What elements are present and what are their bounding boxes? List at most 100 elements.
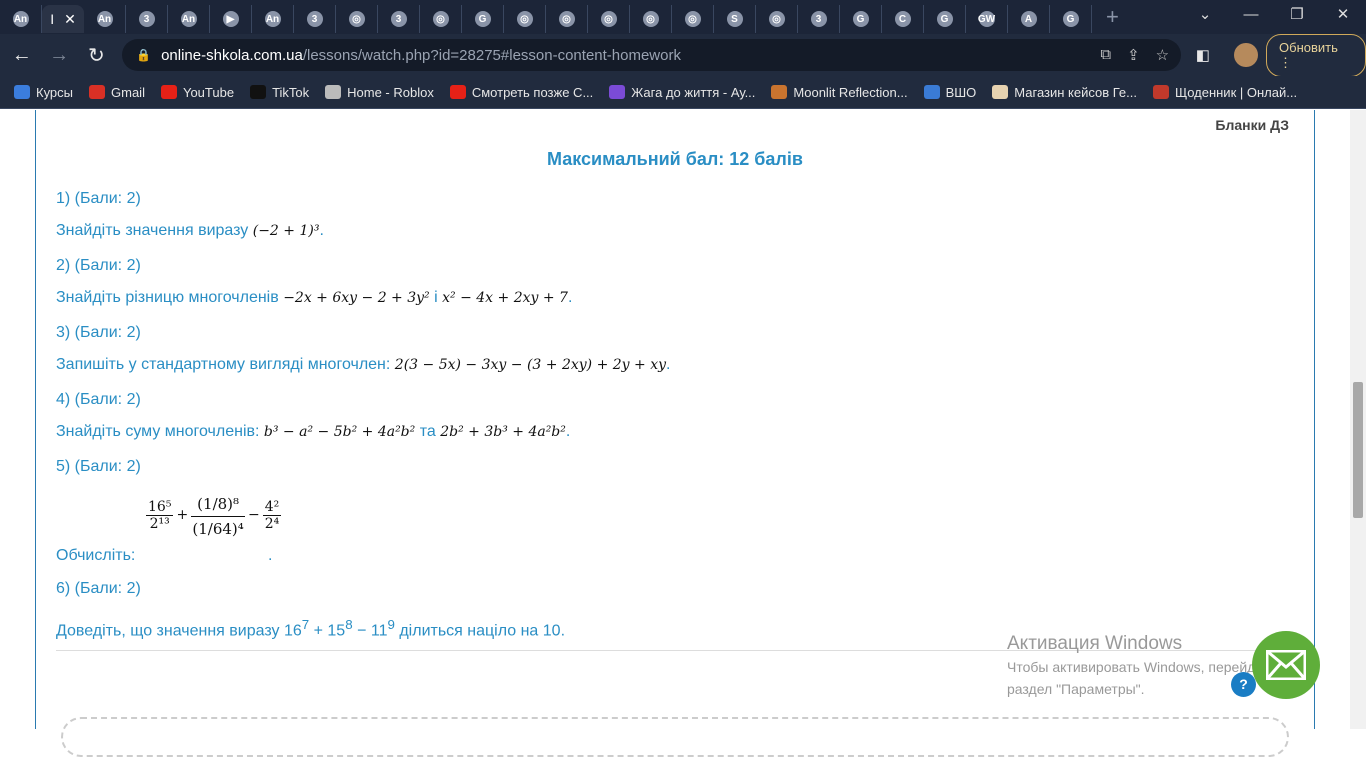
task-text: Запишіть у стандартному вигляді многочле… <box>56 356 391 373</box>
tab[interactable]: 3 <box>378 5 420 33</box>
reload-button[interactable]: ↻ <box>81 43 112 68</box>
tab[interactable]: An <box>168 5 210 33</box>
message-button[interactable] <box>1252 631 1320 699</box>
bookmark[interactable]: Gmail <box>89 85 145 100</box>
task-2-question: Знайдіть різницю многочленів −2x + 6xy −… <box>56 289 573 306</box>
tab-favicon: C <box>894 11 911 27</box>
tab[interactable]: ◎ <box>672 5 714 33</box>
tab[interactable]: G <box>1050 5 1092 33</box>
task-1-header: 1) (Бали: 2) <box>56 190 141 207</box>
toolbar: ← → ↻ 🔒 online-shkola.com.ua/lessons/wat… <box>0 33 1366 77</box>
share-icon[interactable]: ⇪ <box>1127 46 1140 64</box>
bookmark[interactable]: ВШО <box>923 85 976 100</box>
scrollbar[interactable] <box>1350 110 1366 729</box>
denominator: 2⁴ <box>264 515 280 532</box>
bookmark[interactable]: Смотреть позже С... <box>449 85 593 100</box>
bookmark[interactable]: TikTok <box>250 85 309 100</box>
tab[interactable]: ◎ <box>420 5 462 33</box>
tab[interactable]: ◎ <box>546 5 588 33</box>
tab[interactable]: GW <box>966 5 1008 33</box>
tab[interactable]: G <box>462 5 504 33</box>
task-5-question: Обчисліть: <box>56 547 136 564</box>
close-tab-icon[interactable]: ✕ <box>64 11 76 28</box>
tab[interactable]: An <box>252 5 294 33</box>
url-path: /lessons/watch.php?id=28275#lesson-conte… <box>302 46 681 64</box>
tab-favicon: 3 <box>390 11 407 27</box>
tab-favicon: ◎ <box>558 11 575 27</box>
numerator: 16⁵ <box>146 498 174 516</box>
address-bar[interactable]: 🔒 online-shkola.com.ua/lessons/watch.php… <box>122 39 1182 71</box>
minimize-button[interactable]: — <box>1228 0 1274 30</box>
tab[interactable]: ◎ <box>504 5 546 33</box>
task-6-question: Доведіть, що значення виразу 167 + 158 −… <box>56 617 565 640</box>
tab-favicon: G <box>852 11 869 27</box>
task-math-2: x² − 4x + 2xy + 7 <box>442 290 568 306</box>
tab[interactable]: G <box>840 5 882 33</box>
lock-icon: 🔒 <box>136 48 152 62</box>
bookmark-favicon-icon <box>771 85 788 99</box>
watermark-title: Активация Windows <box>1007 633 1183 654</box>
bookmark[interactable]: Курсы <box>14 85 73 100</box>
tab[interactable]: ◎ <box>588 5 630 33</box>
forward-button[interactable]: → <box>43 44 74 67</box>
update-button[interactable]: Обновить ⋮ <box>1266 33 1366 77</box>
fraction: 4² 2⁴ <box>262 498 282 532</box>
star-icon[interactable]: ☆ <box>1156 46 1169 64</box>
profile-avatar[interactable] <box>1234 43 1259 67</box>
bookmark[interactable]: Moonlit Reflection... <box>771 85 908 100</box>
tab[interactable]: ◎ <box>630 5 672 33</box>
bookmark-favicon-icon <box>923 85 940 99</box>
tab[interactable]: A <box>1008 5 1050 33</box>
tab[interactable]: 3 <box>798 5 840 33</box>
help-button[interactable]: ? <box>1231 672 1256 697</box>
bookmark-favicon-icon <box>160 85 177 99</box>
scrollbar-thumb[interactable] <box>1353 382 1363 518</box>
tab[interactable]: ◎ <box>336 5 378 33</box>
tab-favicon: GW <box>978 11 995 27</box>
side-panel-icon[interactable]: ◧ <box>1187 46 1218 64</box>
fraction: (1/8)⁸ (1/64)⁴ <box>191 492 246 538</box>
back-button[interactable]: ← <box>6 44 37 67</box>
numerator: 4² <box>262 498 282 516</box>
tab-favicon: ◎ <box>768 11 785 27</box>
new-tab-button[interactable]: + <box>1106 4 1119 30</box>
bookmark-label: YouTube <box>182 84 235 100</box>
tab[interactable]: An <box>84 5 126 33</box>
task-5-header: 5) (Бали: 2) <box>56 458 141 475</box>
tab[interactable]: 3 <box>126 5 168 33</box>
task-text: Доведіть, що значення виразу 16 <box>56 622 302 640</box>
bookmark[interactable]: Жага до життя - Ау... <box>609 85 755 100</box>
exponent: 8 <box>345 617 353 632</box>
tab[interactable]: ▶ <box>210 5 252 33</box>
upload-dropzone[interactable] <box>61 717 1289 757</box>
translate-icon[interactable]: ⧉ <box>1100 46 1111 64</box>
tab-favicon: ◎ <box>600 11 617 27</box>
tab[interactable]: An <box>0 5 42 33</box>
tab-search-icon[interactable]: ⌄ <box>1182 0 1228 30</box>
tab[interactable]: ◎ <box>756 5 798 33</box>
close-window-button[interactable]: ✕ <box>1320 0 1366 30</box>
task-joiner: та <box>419 423 436 440</box>
tab-favicon: An <box>264 11 281 27</box>
tab[interactable]: G <box>924 5 966 33</box>
blanks-link[interactable]: Бланки ДЗ <box>1215 117 1289 133</box>
url-host: online-shkola.com.ua <box>161 46 303 64</box>
tab-favicon: A <box>1020 11 1037 27</box>
bookmark-label: Home - Roblox <box>347 84 434 100</box>
tab[interactable]: 3 <box>294 5 336 33</box>
tab-favicon: An <box>12 11 29 27</box>
tab-favicon: An <box>96 11 113 27</box>
tab[interactable]: S <box>714 5 756 33</box>
period: . <box>268 547 273 564</box>
maximize-button[interactable]: ❐ <box>1274 0 1320 30</box>
bookmark[interactable]: Home - Roblox <box>325 85 434 100</box>
task-3-question: Запишіть у стандартному вигляді многочле… <box>56 356 671 373</box>
bookmark[interactable]: Магазин кейсов Ге... <box>992 85 1137 100</box>
task-math: b³ − a² − 5b² + 4a²b² <box>263 424 416 440</box>
numerator: (1/8)⁸ <box>191 492 246 517</box>
bookmark[interactable]: Щоденник | Онлай... <box>1153 85 1297 100</box>
tab-active[interactable]: І ✕ <box>42 5 84 33</box>
tab[interactable]: C <box>882 5 924 33</box>
task-joiner: і <box>434 289 438 306</box>
bookmark[interactable]: YouTube <box>160 84 235 100</box>
